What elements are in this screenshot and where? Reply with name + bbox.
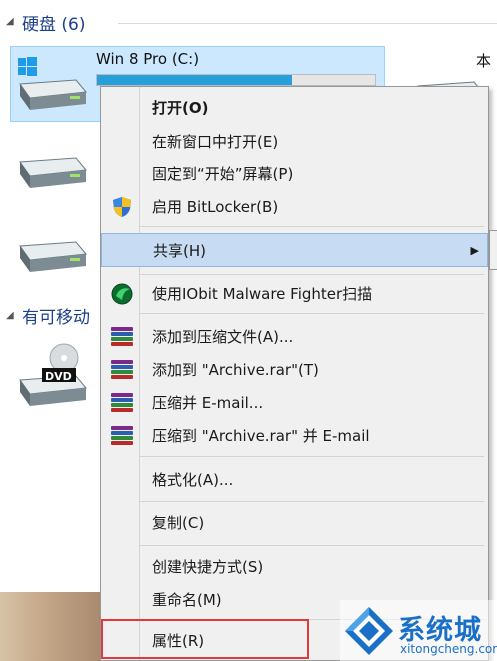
menu-item-label: 复制(C) <box>152 514 205 532</box>
submenu-arrow-icon: ▶ <box>470 244 479 257</box>
menu-item-pin-to-start[interactable]: 固定到“开始”屏幕(P) <box>101 158 488 190</box>
menu-separator <box>139 274 484 275</box>
menu-separator <box>139 456 484 457</box>
drive-c-usage-bar <box>96 74 376 86</box>
drive-c-usage-fill <box>97 75 292 85</box>
menu-item-label: 共享(H) <box>153 242 206 260</box>
shield-icon <box>113 197 131 217</box>
drive-d-icon <box>19 157 87 188</box>
watermark-logo-icon <box>345 607 393 655</box>
menu-item-label: 使用IObit Malware Fighter扫描 <box>152 285 373 303</box>
drive-c-name: Win 8 Pro (C:) <box>96 50 200 68</box>
menu-item-label: 固定到“开始”屏幕(P) <box>152 165 294 183</box>
winrar-icon <box>111 393 133 413</box>
winrar-icon <box>111 360 133 380</box>
collapse-chevron-icon[interactable]: ◢ <box>6 16 14 27</box>
menu-item-open[interactable]: 打开(O) <box>101 92 488 124</box>
drive-e-icon <box>19 241 87 272</box>
menu-item-label: 压缩并 E-mail... <box>152 394 264 412</box>
menu-item-compress-and-email[interactable]: 压缩并 E-mail... <box>101 387 488 419</box>
menu-item-label: 添加到压缩文件(A)... <box>152 328 294 346</box>
menu-item-label: 添加到 "Archive.rar"(T) <box>152 361 319 379</box>
menu-item-label: 重命名(M) <box>152 591 222 609</box>
menu-item-label: 创建快捷方式(S) <box>152 558 264 576</box>
section-title-removable[interactable]: 有可移动 <box>22 303 90 328</box>
menu-item-add-to-archive-rar[interactable]: 添加到 "Archive.rar"(T) <box>101 354 488 386</box>
winrar-icon <box>111 327 133 347</box>
menu-separator <box>139 501 484 502</box>
section-divider <box>118 23 497 24</box>
winrar-icon <box>111 426 133 446</box>
section-title-disks[interactable]: 硬盘 (6) <box>22 10 85 35</box>
collapse-chevron-icon[interactable]: ◢ <box>6 310 14 321</box>
menu-item-bitlocker[interactable]: 启用 BitLocker(B) <box>101 191 488 223</box>
context-menu: 打开(O) 在新窗口中打开(E) 固定到“开始”屏幕(P) 启用 BitLock… <box>100 86 489 661</box>
submenu-edge <box>489 230 497 270</box>
menu-item-label: 格式化(A)... <box>152 471 234 489</box>
menu-separator <box>139 313 484 314</box>
menu-item-open-new-window[interactable]: 在新窗口中打开(E) <box>101 126 488 158</box>
watermark-url: xitongcheng.com <box>400 642 497 656</box>
menu-item-copy[interactable]: 复制(C) <box>101 507 488 539</box>
menu-item-add-to-archive[interactable]: 添加到压缩文件(A)... <box>101 321 488 353</box>
menu-item-iobit-scan[interactable]: 使用IObit Malware Fighter扫描 <box>101 278 488 310</box>
dvd-label: DVD <box>45 370 72 383</box>
menu-separator <box>139 545 484 546</box>
drive-right-name: 本 <box>476 52 492 70</box>
menu-separator <box>139 226 484 227</box>
menu-item-create-shortcut[interactable]: 创建快捷方式(S) <box>101 551 488 583</box>
iobit-icon <box>111 283 133 305</box>
menu-item-label: 打开(O) <box>152 99 209 117</box>
properties-highlight-box <box>101 619 309 659</box>
desktop-background-strip <box>0 592 100 661</box>
menu-item-label: 在新窗口中打开(E) <box>152 133 279 151</box>
menu-item-label: 压缩到 "Archive.rar" 并 E-mail <box>152 427 370 445</box>
menu-item-compress-to-rar-and-email[interactable]: 压缩到 "Archive.rar" 并 E-mail <box>101 420 488 452</box>
drive-c-icon <box>18 57 87 110</box>
menu-item-label: 启用 BitLocker(B) <box>152 198 279 216</box>
menu-item-format[interactable]: 格式化(A)... <box>101 464 488 496</box>
menu-item-share[interactable]: 共享(H) ▶ <box>101 233 488 267</box>
